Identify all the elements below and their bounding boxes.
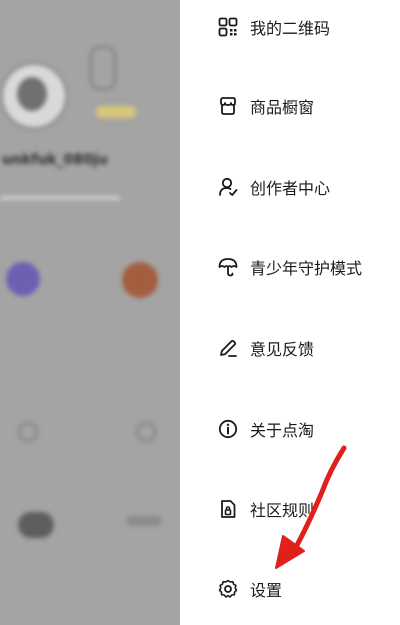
umbrella-icon [218,258,238,277]
menu-item-label: 青少年守护模式 [250,259,363,278]
background-content: unkfuk_080ju [0,0,180,625]
tool-icon [136,422,156,442]
menu-item-label: 我的二维码 [250,19,331,38]
menu-item-creator-center[interactable]: 创作者中心 [218,172,330,202]
info-icon [218,419,238,439]
menu-item-community-rules[interactable]: 社区规则 [218,494,314,524]
creator-icon [219,177,238,196]
tool-icon [18,422,38,442]
pencil-icon [220,339,237,357]
menu-item-label: 社区规则 [250,501,315,520]
menu-item-about[interactable]: 关于点淘 [218,414,314,444]
menu-item-settings[interactable]: 设置 [218,574,282,604]
storefront-icon [220,97,236,115]
menu-item-label: 商品橱窗 [250,98,315,117]
menu-item-feedback[interactable]: 意见反馈 [218,333,314,363]
menu-item-label: 关于点淘 [250,421,315,440]
shortcut-icon-purple [6,262,40,296]
thumbnail [18,512,54,538]
gear-icon [218,579,238,598]
menu-item-label: 创作者中心 [250,179,331,198]
menu-item-teen-mode[interactable]: 青少年守护模式 [218,252,362,282]
menu-item-label: 意见反馈 [250,340,315,359]
qr-code-icon [218,17,238,37]
menu-item-qr-code[interactable]: 我的二维码 [218,12,330,42]
progress-line [0,196,120,200]
menu-item-storefront[interactable]: 商品橱窗 [218,91,314,121]
username: unkfuk_080ju [2,152,108,168]
menu-item-label: 设置 [250,581,283,600]
shortcut-icon-orange [122,262,158,298]
badge [96,106,136,118]
tag [126,516,162,526]
background-profile-page[interactable]: unkfuk_080ju [0,0,180,625]
rules-doc-icon [221,500,236,518]
side-drawer-menu: 我的二维码 商品橱窗 创作者中心 青少年守护模式 意见反馈 关于点淘 社区规则 … [180,0,400,625]
avatar [0,62,68,130]
background-shape [90,46,116,90]
